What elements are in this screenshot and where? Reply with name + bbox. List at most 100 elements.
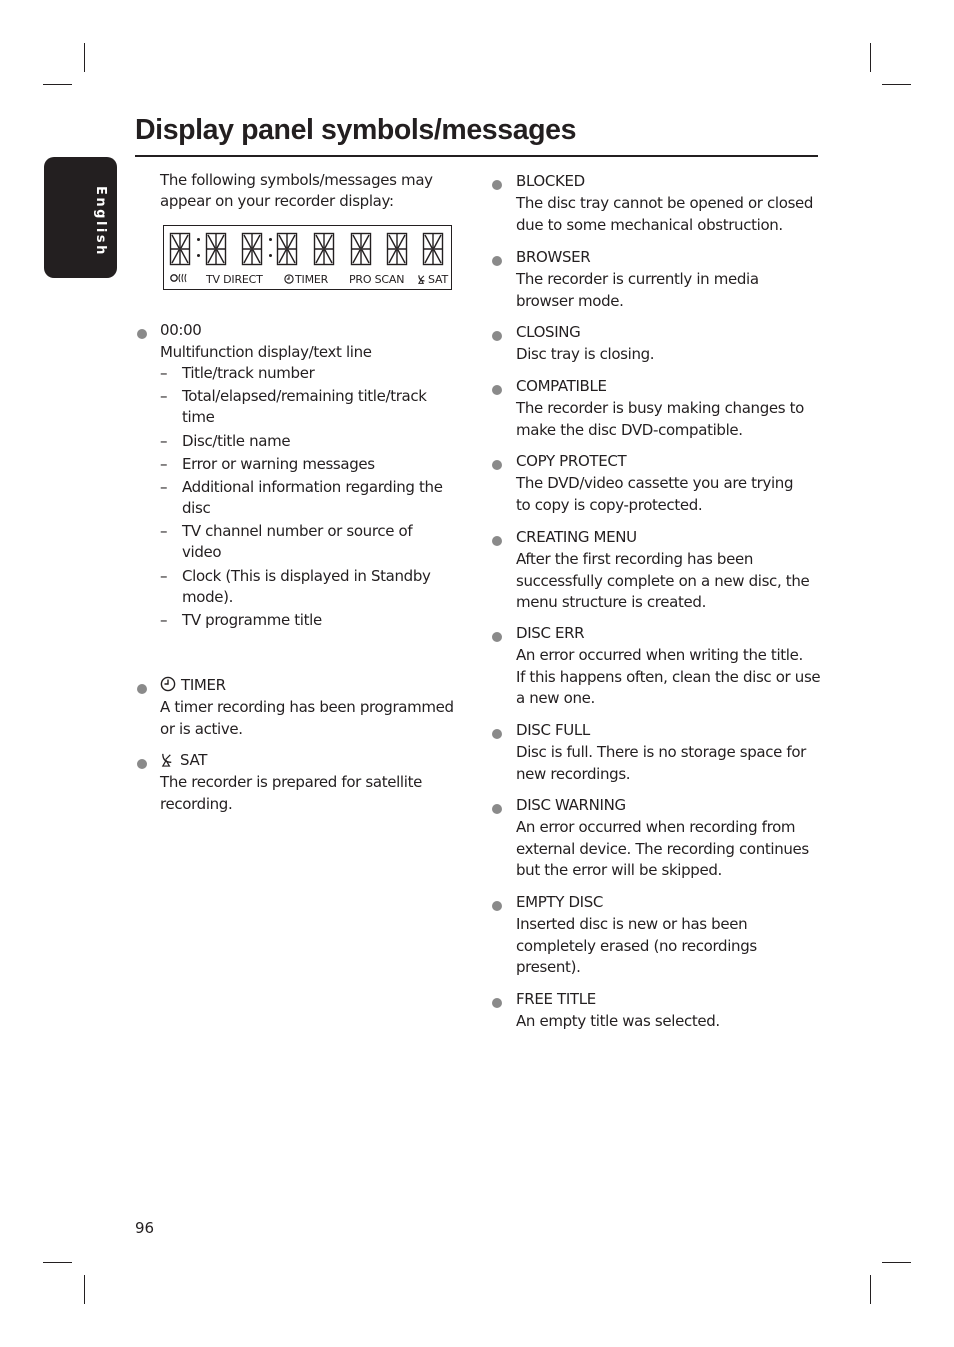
- crop-mark: [882, 84, 911, 85]
- sub-item-text: video: [182, 543, 222, 561]
- message-description: A timer recording has been programmed: [160, 698, 454, 716]
- bullet-icon: [137, 684, 147, 694]
- language-tab-label: English: [93, 186, 108, 257]
- lcd-indicator-timer: TIMER: [284, 273, 328, 287]
- satellite-dish-icon: [160, 752, 175, 773]
- message-heading: BROWSER: [516, 247, 591, 268]
- message-description: successfully complete on a new disc, the: [516, 571, 810, 590]
- message-heading-text: CREATING MENU: [516, 528, 637, 546]
- bullet-icon: [492, 460, 502, 470]
- message-heading-text: DISC FULL: [516, 721, 590, 739]
- sub-item-text: Clock (This is displayed in Standby: [182, 567, 431, 585]
- message-heading: TIMER: [160, 675, 226, 698]
- lcd-indicator-pro-scan: PRO SCAN: [349, 273, 405, 286]
- bullet-icon: [492, 901, 502, 911]
- message-description: menu structure is created.: [516, 593, 707, 612]
- remote-signal-icon: [170, 273, 188, 286]
- lcd-digit: [350, 232, 372, 266]
- bullet-icon: [137, 759, 147, 769]
- sub-item-text: mode).: [182, 588, 234, 606]
- lcd-digit: [205, 232, 227, 266]
- message-description: due to some mechanical obstruction.: [516, 215, 783, 234]
- lcd-colon-dot: [197, 254, 200, 257]
- bullet-icon: [492, 331, 502, 341]
- bullet-icon: [492, 632, 502, 642]
- message-heading: DISC ERR: [516, 623, 585, 644]
- lcd-digit: [422, 232, 444, 266]
- message-description: browser mode.: [516, 291, 624, 310]
- clock-icon: [284, 274, 294, 287]
- message-description: The recorder is prepared for satellite: [160, 773, 422, 791]
- title-rule: [135, 155, 818, 157]
- message-heading: FREE TITLE: [516, 989, 596, 1010]
- lcd-digit: [276, 232, 298, 266]
- bullet-icon: [492, 385, 502, 395]
- message-description: a new one.: [516, 689, 595, 708]
- message-description: or is active.: [160, 719, 243, 738]
- crop-mark: [43, 84, 72, 85]
- lcd-digit: [241, 232, 263, 266]
- lcd-indicator-sat: SAT: [417, 273, 448, 287]
- message-heading: SAT: [160, 750, 207, 773]
- message-heading: CREATING MENU: [516, 527, 637, 548]
- message-description: The disc tray cannot be opened or closed: [516, 194, 814, 212]
- message-heading-text: BLOCKED: [516, 172, 585, 190]
- lcd-indicator-label: TIMER: [295, 273, 329, 286]
- message-description: present).: [516, 958, 581, 977]
- message-description: An error occurred when recording from: [516, 818, 796, 836]
- message-description: completely erased (no recordings: [516, 936, 757, 955]
- lcd-colon-dot: [269, 254, 272, 257]
- message-heading-text: SAT: [180, 751, 208, 769]
- crop-mark: [882, 1262, 911, 1263]
- message-description: The recorder is currently in media: [516, 270, 759, 288]
- message-description: An empty title was selected.: [516, 1012, 720, 1030]
- lcd-display-illustration: TV DIRECT TIMER PRO SCAN SAT: [163, 225, 452, 290]
- message-heading-text: CLOSING: [516, 323, 581, 341]
- message-description: If this happens often, clean the disc or…: [516, 667, 821, 686]
- message-heading-text: 00:00: [160, 321, 202, 339]
- crop-mark: [870, 1275, 871, 1304]
- intro-text: The following symbols/messages may: [160, 171, 433, 189]
- message-heading: DISC WARNING: [516, 795, 626, 816]
- message-heading: CLOSING: [516, 322, 581, 343]
- message-description: An error occurred when writing the title…: [516, 646, 803, 664]
- message-heading-text: DISC ERR: [516, 624, 585, 642]
- message-heading: DISC FULL: [516, 720, 590, 741]
- bullet-icon: [492, 804, 502, 814]
- intro-text: appear on your recorder display:: [160, 192, 394, 210]
- list-dash: –: [160, 522, 168, 540]
- list-dash: –: [160, 432, 168, 450]
- crop-mark: [870, 43, 871, 72]
- message-description: The recorder is busy making changes to: [516, 399, 804, 417]
- message-heading-text: DISC WARNING: [516, 796, 626, 814]
- sub-item-text: TV channel number or source of: [182, 522, 413, 540]
- sub-item-text: Disc/title name: [182, 432, 291, 450]
- message-heading: COMPATIBLE: [516, 376, 607, 397]
- message-heading-text: FREE TITLE: [516, 990, 596, 1008]
- sub-item-text: time: [182, 408, 215, 426]
- satellite-dish-icon: [417, 274, 427, 287]
- message-heading-text: COMPATIBLE: [516, 377, 607, 395]
- message-heading-text: COPY PROTECT: [516, 452, 627, 470]
- lcd-colon-dot: [269, 238, 272, 241]
- clock-icon: [160, 676, 176, 698]
- bullet-icon: [492, 180, 502, 190]
- sub-item-text: Title/track number: [182, 364, 315, 382]
- sub-item-text: Total/elapsed/remaining title/track: [182, 387, 427, 405]
- message-heading-text: EMPTY DISC: [516, 893, 604, 911]
- bullet-icon: [492, 998, 502, 1008]
- message-description: Multifunction display/text line: [160, 343, 372, 361]
- sub-item-text: disc: [182, 499, 211, 517]
- sub-item-text: TV programme title: [182, 611, 322, 629]
- page-title: Display panel symbols/messages: [135, 114, 577, 146]
- message-description: After the first recording has been: [516, 550, 753, 568]
- list-dash: –: [160, 387, 168, 405]
- bullet-icon: [492, 729, 502, 739]
- lcd-digit: [169, 232, 191, 266]
- sub-item-text: Error or warning messages: [182, 455, 375, 473]
- message-description: make the disc DVD-compatible.: [516, 420, 743, 439]
- list-dash: –: [160, 478, 168, 496]
- list-dash: –: [160, 455, 168, 473]
- bullet-icon: [492, 256, 502, 266]
- bullet-icon: [137, 329, 147, 339]
